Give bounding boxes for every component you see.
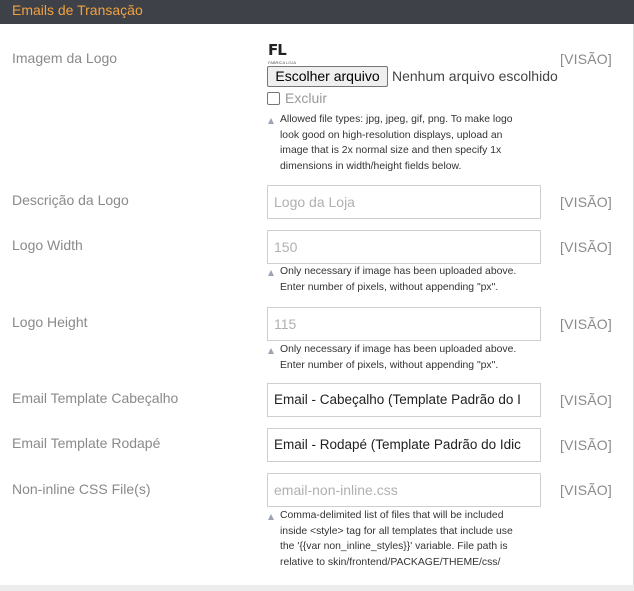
header-template-scope: [VISÃO]: [560, 392, 612, 408]
footer-template-select[interactable]: Email - Rodapé (Template Padrão do Idic: [267, 428, 541, 462]
delete-logo-checkbox[interactable]: [267, 92, 280, 105]
file-status-text: Nenhum arquivo escolhido: [392, 68, 558, 84]
header-template-label: Email Template Cabeçalho: [12, 390, 179, 406]
logo-image-scope: [VISÃO]: [560, 51, 612, 67]
section-header[interactable]: Emails de Transação: [0, 0, 634, 24]
config-panel: Emails de Transação Imagem da Logo FL FA…: [0, 0, 634, 585]
choose-file-button[interactable]: Escolher arquivo: [267, 66, 388, 87]
panel-bottom-edge: [0, 585, 634, 591]
css-file-input[interactable]: email-non-inline.css: [267, 473, 541, 507]
footer-template-label: Email Template Rodapé: [12, 435, 161, 451]
logo-height-scope: [VISÃO]: [560, 316, 612, 332]
logo-height-input[interactable]: 115: [267, 307, 541, 341]
logo-alt-input[interactable]: Logo da Loja: [267, 185, 541, 219]
logo-width-scope: [VISÃO]: [560, 239, 612, 255]
note-arrow-icon: [268, 348, 274, 354]
logo-alt-scope: [VISÃO]: [560, 194, 612, 210]
logo-image-label: Imagem da Logo: [12, 50, 118, 66]
logo-width-label: Logo Width: [12, 237, 83, 253]
note-arrow-icon: [268, 270, 274, 276]
note-arrow-icon: [268, 514, 274, 520]
header-template-select[interactable]: Email - Cabeçalho (Template Padrão do I: [267, 383, 541, 417]
logo-alt-label: Descrição da Logo: [12, 192, 129, 208]
css-file-scope: [VISÃO]: [560, 482, 612, 498]
logo-width-note: Only necessary if image has been uploade…: [280, 266, 517, 293]
css-file-label: Non-inline CSS File(s): [12, 481, 151, 497]
footer-template-scope: [VISÃO]: [560, 437, 612, 453]
logo-preview-image[interactable]: FL FABRICA LOJA: [268, 41, 296, 65]
section-title: Emails de Transação: [12, 2, 143, 18]
note-arrow-icon: [268, 118, 274, 124]
logo-width-input[interactable]: 150: [267, 230, 541, 264]
css-file-note: Comma-delimited list of files that will …: [280, 510, 513, 569]
logo-height-note: Only necessary if image has been uploade…: [280, 344, 517, 371]
logo-image-note: Allowed file types: jpg, jpeg, gif, png.…: [280, 114, 513, 173]
delete-logo-label[interactable]: Excluir: [285, 90, 327, 106]
logo-height-label: Logo Height: [12, 314, 88, 330]
